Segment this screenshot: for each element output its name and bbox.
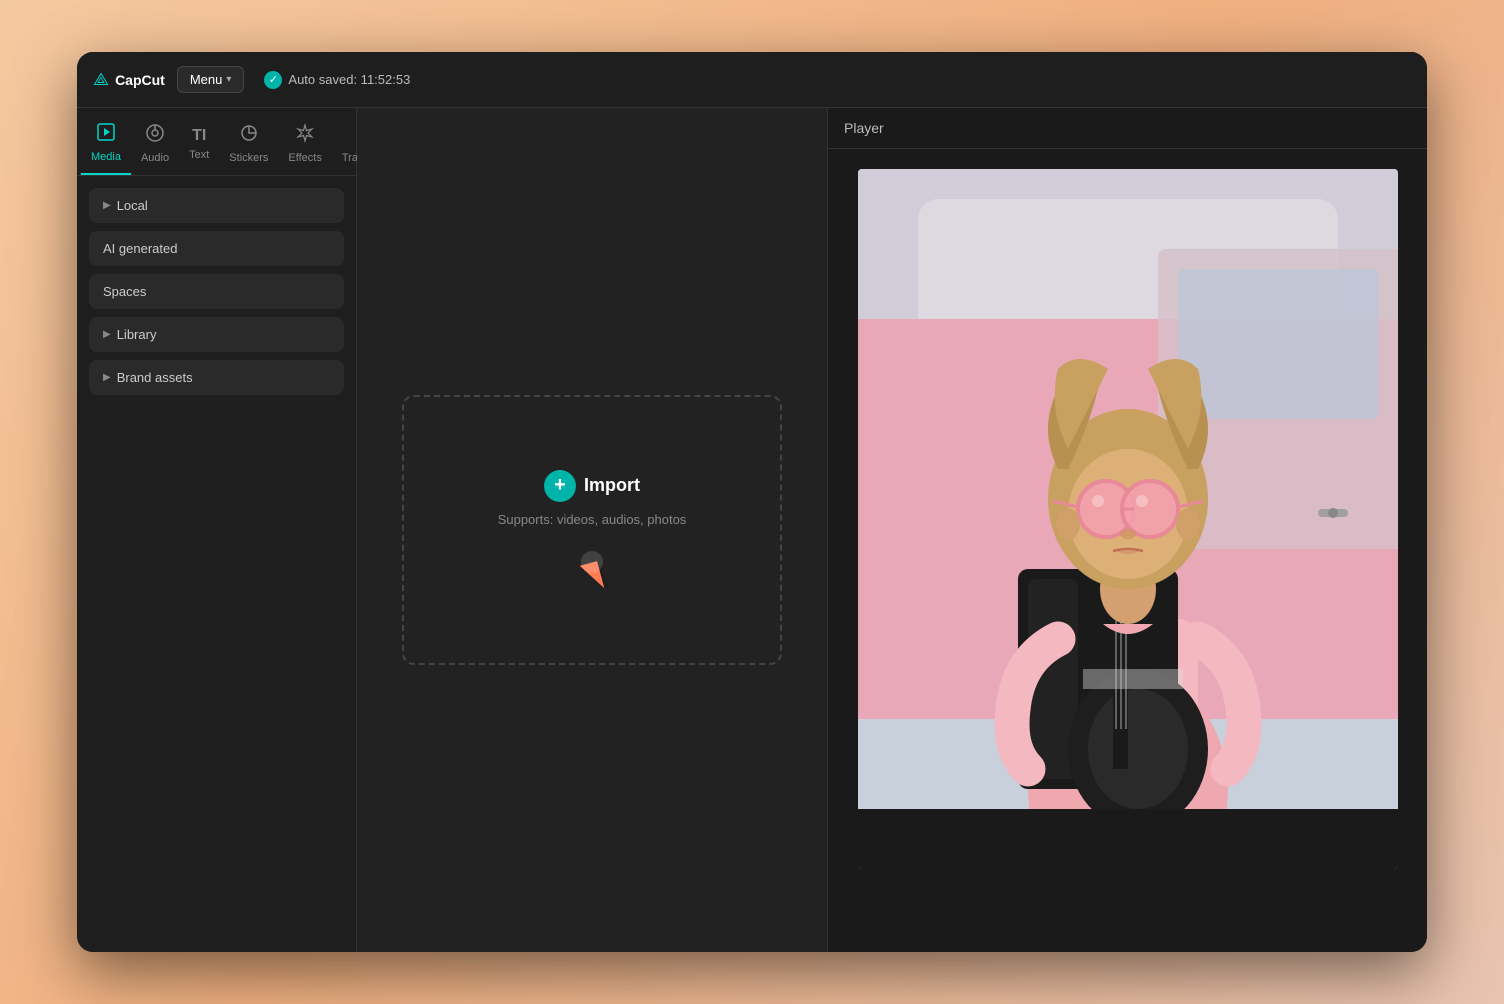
tab-media[interactable]: Media [81,116,131,175]
tab-stickers-label: Stickers [229,152,268,164]
sidebar-item-spaces[interactable]: Spaces [89,274,344,309]
import-button[interactable]: + Import [544,470,640,502]
player-panel: Player [827,108,1427,952]
audio-icon [145,123,165,148]
player-header: Player [828,108,1427,149]
auto-saved-text: Auto saved: 11:52:53 [288,72,410,87]
tab-text-label: Text [189,149,209,161]
library-arrow-icon: ▶ [103,329,111,340]
tab-text[interactable]: TI Text [179,121,219,171]
menu-label: Menu [190,72,223,87]
sidebar-item-ai-generated[interactable]: AI generated [89,231,344,266]
tab-media-label: Media [91,151,121,163]
local-arrow-icon: ▶ [103,200,111,211]
logo-area: ⟁ CapCut [93,69,165,90]
player-content [828,149,1427,952]
tab-effects[interactable]: Effects [278,117,331,174]
sidebar-item-brand-assets[interactable]: ▶ Brand assets [89,360,344,395]
effects-icon [295,123,315,148]
main-layout: Media Audio TI Text [77,108,1427,952]
media-icon [96,122,116,147]
sidebar-nav: ▶ Local AI generated Spaces ▶ Library ▶ … [77,176,356,952]
import-label: Import [584,475,640,496]
player-image [858,169,1398,869]
content-area: + Import Supports: videos, audios, photo… [357,108,827,952]
text-icon: TI [192,127,206,145]
tab-stickers[interactable]: Stickers [219,117,278,174]
left-panel: Media Audio TI Text [77,108,357,952]
sidebar-item-library[interactable]: ▶ Library [89,317,344,352]
tab-bar: Media Audio TI Text [77,108,356,176]
tab-audio[interactable]: Audio [131,117,179,174]
sidebar-item-ai-generated-label: AI generated [103,241,177,256]
player-title: Player [844,120,884,136]
sidebar-item-spaces-label: Spaces [103,284,146,299]
check-icon: ✓ [264,71,282,89]
top-bar: ⟁ CapCut Menu ▾ ✓ Auto saved: 11:52:53 [77,52,1427,108]
stickers-icon [239,123,259,148]
sidebar-item-library-label: Library [117,327,157,342]
sidebar-item-local[interactable]: ▶ Local [89,188,344,223]
menu-button[interactable]: Menu ▾ [177,66,245,93]
tab-effects-label: Effects [288,152,321,164]
menu-chevron-icon: ▾ [226,74,231,85]
capcut-logo-icon: ⟁ [93,69,109,90]
auto-saved-indicator: ✓ Auto saved: 11:52:53 [264,71,410,89]
import-zone[interactable]: + Import Supports: videos, audios, photo… [402,395,782,665]
logo-text: CapCut [115,72,165,88]
import-plus-icon: + [544,470,576,502]
app-window: ⟁ CapCut Menu ▾ ✓ Auto saved: 11:52:53 [77,52,1427,952]
brand-assets-arrow-icon: ▶ [103,372,111,383]
photo-svg [858,169,1398,869]
sidebar-item-local-label: Local [117,198,148,213]
sidebar-item-brand-assets-label: Brand assets [117,370,193,385]
tab-audio-label: Audio [141,152,169,164]
import-subtitle: Supports: videos, audios, photos [498,512,687,527]
